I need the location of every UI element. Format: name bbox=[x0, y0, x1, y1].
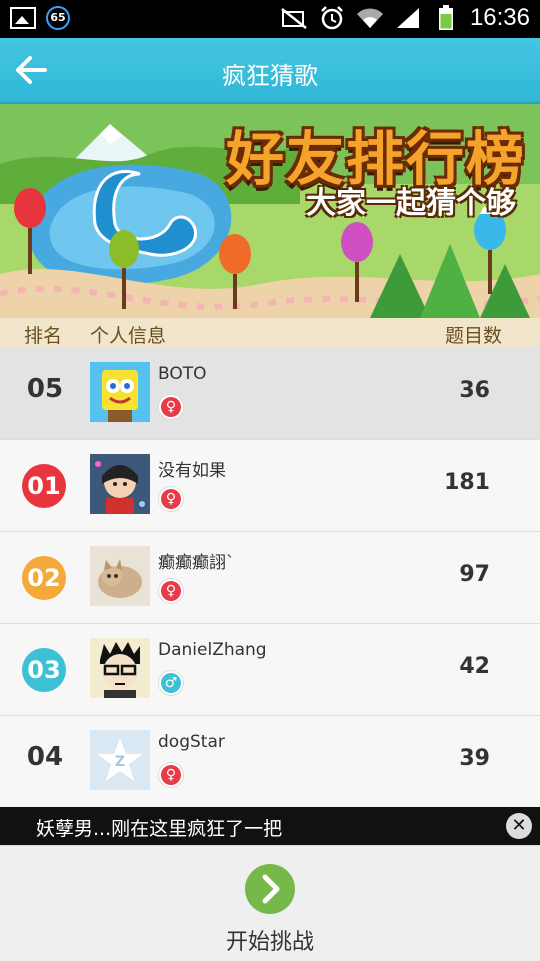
user-name: 没有如果 bbox=[158, 461, 226, 481]
status-bar: 65 16:36 bbox=[0, 0, 540, 38]
avatar[interactable] bbox=[90, 638, 150, 698]
gallery-notification-icon bbox=[10, 7, 36, 29]
app-header: 疯狂猜歌 bbox=[0, 38, 540, 104]
user-name: BOTO bbox=[158, 364, 207, 384]
cell-signal-icon bbox=[394, 4, 422, 32]
clock-time: 16:36 bbox=[469, 4, 530, 31]
wifi-icon bbox=[356, 4, 384, 32]
user-name: 癫癫癫詡` bbox=[158, 553, 235, 573]
ranking-table-header: 排名 个人信息 题目数 bbox=[0, 318, 540, 348]
battery-icon bbox=[432, 4, 460, 32]
rank-number: 04 bbox=[26, 742, 64, 772]
start-challenge-button[interactable] bbox=[245, 864, 295, 914]
female-gender-icon: ♀ bbox=[158, 762, 184, 788]
avatar[interactable] bbox=[90, 362, 150, 422]
rank-number: 05 bbox=[26, 374, 64, 404]
rank-badge: 01 bbox=[22, 464, 66, 508]
notification-badge: 65 bbox=[46, 6, 70, 30]
female-gender-icon: ♀ bbox=[158, 578, 184, 604]
svg-text:Z: Z bbox=[115, 754, 125, 770]
column-rank: 排名 bbox=[24, 325, 63, 347]
ranking-row[interactable]: 01 没有如果 ♀ 181 bbox=[0, 440, 540, 532]
chevron-right-icon bbox=[262, 874, 280, 904]
ranking-list: 05 BOTO ♀ 36 01 没有如果 ♀ 181 02 癫癫癫詡` ♀ 97… bbox=[0, 348, 540, 808]
female-gender-icon: ♀ bbox=[158, 486, 184, 512]
ranking-row[interactable]: 03 DanielZhang ♂ 42 bbox=[0, 624, 540, 716]
leaderboard-banner: 好友排行榜 大家一起猜个够 bbox=[0, 104, 540, 318]
question-count: 36 bbox=[459, 378, 490, 403]
ranking-row-self[interactable]: 05 BOTO ♀ 36 bbox=[0, 348, 540, 440]
start-challenge-label[interactable]: 开始挑战 bbox=[0, 924, 540, 956]
banner-subtitle: 大家一起猜个够 bbox=[306, 186, 516, 221]
ranking-row[interactable]: 04 Z dogStar ♀ 39 bbox=[0, 716, 540, 808]
default-avatar[interactable]: Z bbox=[90, 730, 150, 790]
question-count: 97 bbox=[459, 562, 490, 587]
no-signal-icon bbox=[280, 4, 308, 32]
rank-badge: 03 bbox=[22, 648, 66, 692]
user-name: DanielZhang bbox=[158, 640, 267, 660]
page-title: 疯狂猜歌 bbox=[222, 62, 318, 90]
male-gender-icon: ♂ bbox=[158, 670, 184, 696]
alarm-icon bbox=[318, 4, 346, 32]
avatar[interactable] bbox=[90, 546, 150, 606]
rank-badge: 02 bbox=[22, 556, 66, 600]
column-info: 个人信息 bbox=[90, 325, 167, 347]
question-count: 181 bbox=[444, 470, 490, 495]
question-count: 39 bbox=[459, 746, 490, 771]
avatar[interactable] bbox=[90, 454, 150, 514]
column-count: 题目数 bbox=[444, 325, 502, 347]
user-name: dogStar bbox=[158, 732, 225, 752]
ranking-row[interactable]: 02 癫癫癫詡` ♀ 97 bbox=[0, 532, 540, 624]
bottom-bar: 开始挑战 bbox=[0, 845, 540, 961]
close-icon[interactable]: ✕ bbox=[506, 813, 532, 839]
question-count: 42 bbox=[459, 654, 490, 679]
female-gender-icon: ♀ bbox=[158, 394, 184, 420]
ticker-message: 妖孽男...刚在这里疯狂了一把 bbox=[36, 818, 283, 840]
notification-ticker: 妖孽男...刚在这里疯狂了一把 ✕ bbox=[0, 807, 540, 845]
